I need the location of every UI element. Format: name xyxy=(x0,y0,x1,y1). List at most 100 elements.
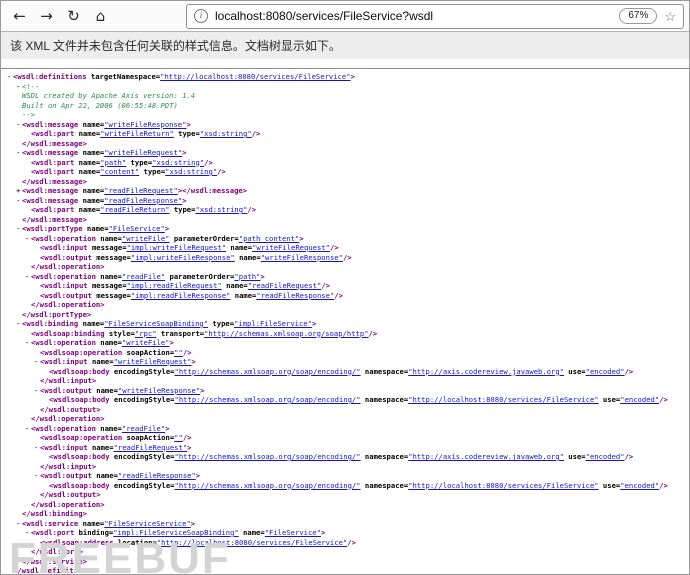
xml-token: "http://schemas.xmlsoap.org/soap/encodin… xyxy=(175,395,361,404)
xml-line: -<wsdl:message name="readFileResponse"> xyxy=(1,196,689,206)
xml-line: <wsdlsoap:body encodingStyle="http://sch… xyxy=(1,452,689,462)
xml-token: name= xyxy=(79,129,101,138)
xml-token: </wsdl:operation> xyxy=(31,500,105,509)
xml-token: > xyxy=(191,357,195,366)
xml-token: "FileServiceSoapBinding" xyxy=(104,319,208,328)
xml-token: <wsdlsoap:body xyxy=(49,367,114,376)
xml-token: "writeFileResponse" xyxy=(261,253,343,262)
xml-token: </wsdl:output> xyxy=(40,405,101,414)
xml-token: <wsdl:output xyxy=(40,471,96,480)
xml-line: -<wsdl:service name="FileServiceService"… xyxy=(1,519,689,529)
xml-token: message= xyxy=(92,243,127,252)
xml-token: "" xyxy=(174,348,183,357)
xml-token: message= xyxy=(96,291,131,300)
xml-token: <wsdl:service xyxy=(22,519,83,528)
xml-token: </wsdl:binding> xyxy=(22,509,87,518)
xml-token: "writeFileRequest" xyxy=(114,357,192,366)
xml-token: "path" xyxy=(100,158,126,167)
xml-token: message= xyxy=(92,281,127,290)
forward-icon[interactable]: → xyxy=(33,3,60,29)
xml-token: "readFile" xyxy=(122,424,165,433)
xml-line: -<wsdl:operation name="readFile"> xyxy=(1,424,689,434)
xml-line: </wsdl:port> xyxy=(1,547,689,557)
xml-token: "impl:readFileResponse" xyxy=(131,291,231,300)
xml-line: <wsdlsoap:body encodingStyle="http://sch… xyxy=(1,367,689,377)
xml-token: "impl:writeFileResponse" xyxy=(131,253,235,262)
xml-token: soapAction= xyxy=(127,348,175,357)
xml-token: name= xyxy=(96,471,118,480)
xml-token: soapAction= xyxy=(127,433,175,442)
xml-line: <wsdlsoap:body encodingStyle="http://sch… xyxy=(1,481,689,491)
xml-token: > xyxy=(191,519,195,528)
xml-token: "http://localhost:8080/services/FileServ… xyxy=(408,481,598,490)
xml-token: "http://localhost:8080/services/FileServ… xyxy=(157,538,347,547)
xml-token: <wsdl:operation xyxy=(31,272,100,281)
xml-token: <!-- xyxy=(22,82,39,91)
navigation-toolbar: ← → ↻ ⌂ i localhost:8080/services/FileSe… xyxy=(1,1,689,32)
xml-token: > xyxy=(165,424,169,433)
xml-token: /> xyxy=(625,367,634,376)
xml-line: </wsdl:operation> xyxy=(1,414,689,424)
xml-line: <wsdl:part name="readFileReturn" type="x… xyxy=(1,205,689,215)
xml-token: <wsdl:message xyxy=(22,186,83,195)
xml-token: name= xyxy=(235,253,261,262)
home-icon[interactable]: ⌂ xyxy=(87,3,114,29)
xml-token: </wsdl:output> xyxy=(40,490,101,499)
xml-token: namespace= xyxy=(361,395,409,404)
site-info-icon[interactable]: i xyxy=(194,9,208,23)
xml-line: </wsdl:service> xyxy=(1,557,689,567)
xml-token: "writeFile" xyxy=(122,234,170,243)
xml-token: <wsdl:binding xyxy=(22,319,83,328)
xml-token: style= xyxy=(109,329,135,338)
xml-token: /> xyxy=(183,348,192,357)
xml-token: Built on Apr 22, 2006 (06:55:48 PDT) xyxy=(22,101,178,110)
url-bar[interactable]: i localhost:8080/services/FileService?ws… xyxy=(186,4,684,29)
xml-token: name= xyxy=(92,443,114,452)
xml-token: <wsdl:part xyxy=(31,167,79,176)
xml-token: "readFileResponse" xyxy=(256,291,334,300)
xml-line: -<wsdl:portType name="FileService"> xyxy=(1,224,689,234)
xml-token: name= xyxy=(79,205,101,214)
xml-token: <wsdl:output xyxy=(40,253,96,262)
xml-token: "encoded" xyxy=(620,395,659,404)
xml-token: encodingStyle= xyxy=(114,481,175,490)
xml-token: /> xyxy=(369,329,378,338)
xml-token: name= xyxy=(226,243,252,252)
xml-line: <wsdl:output message="impl:writeFileResp… xyxy=(1,253,689,263)
xml-token: "readFile" xyxy=(122,272,165,281)
xml-line: -<wsdl:operation name="writeFile" parame… xyxy=(1,234,689,244)
xml-token: use= xyxy=(599,481,621,490)
reload-icon[interactable]: ↻ xyxy=(60,3,87,29)
xml-token: "writeFile" xyxy=(122,338,170,347)
xml-token: > xyxy=(182,148,186,157)
xml-token: use= xyxy=(564,452,586,461)
xml-line: </wsdl:portType> xyxy=(1,310,689,320)
xml-token: type= xyxy=(126,158,152,167)
xml-token: parameterOrder= xyxy=(165,272,234,281)
xml-line: </wsdl:input> xyxy=(1,462,689,472)
url-input[interactable]: localhost:8080/services/FileService?wsdl xyxy=(215,9,612,23)
xml-token: /> xyxy=(659,395,668,404)
xml-token: name= xyxy=(100,234,122,243)
xml-token: targetNamespace= xyxy=(91,72,160,81)
xml-line: -<wsdl:port binding="impl:FileServiceSoa… xyxy=(1,528,689,538)
xml-token: <wsdl:part xyxy=(31,129,79,138)
xml-line: <wsdlsoap:binding style="rpc" transport=… xyxy=(1,329,689,339)
xml-line: <wsdl:part name="writeFileReturn" type="… xyxy=(1,129,689,139)
zoom-indicator[interactable]: 67% xyxy=(619,8,657,24)
bookmark-star-icon[interactable]: ☆ xyxy=(664,10,676,23)
xml-token: encodingStyle= xyxy=(114,452,175,461)
xml-token: > xyxy=(186,120,190,129)
back-icon[interactable]: ← xyxy=(6,3,33,29)
xml-line: Built on Apr 22, 2006 (06:55:48 PDT) xyxy=(1,101,689,111)
xml-token: "readFileRequest" xyxy=(104,186,178,195)
xml-token: "impl:FileService" xyxy=(234,319,312,328)
xml-token: /> xyxy=(321,281,330,290)
xml-token: "http://localhost:8080/services/FileServ… xyxy=(160,72,350,81)
xml-token: encodingStyle= xyxy=(114,395,175,404)
xml-line: -<wsdl:operation name="readFile" paramet… xyxy=(1,272,689,282)
xml-token: name= xyxy=(100,272,122,281)
xml-line: </wsdl:message> xyxy=(1,139,689,149)
xml-token: > xyxy=(182,196,186,205)
xml-line: </wsdl:operation> xyxy=(1,500,689,510)
